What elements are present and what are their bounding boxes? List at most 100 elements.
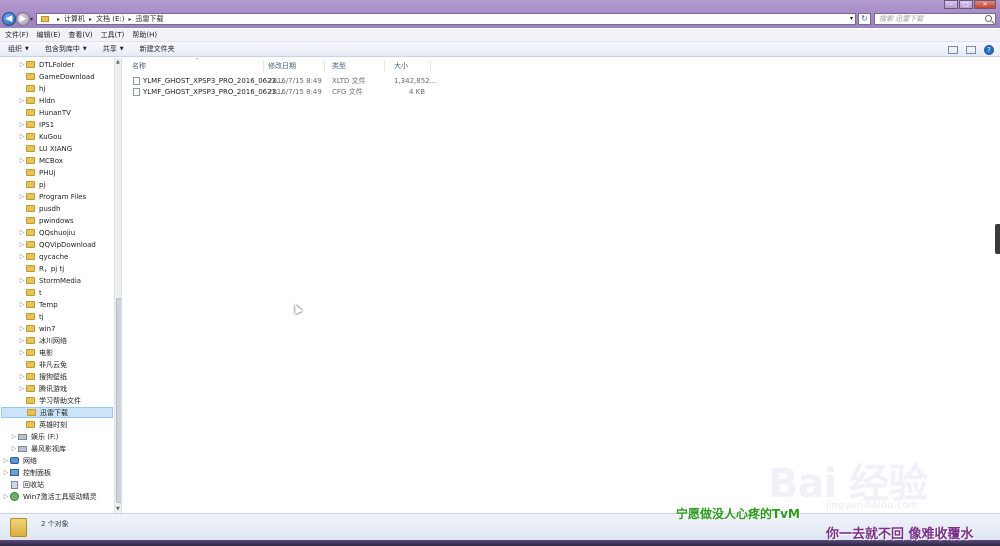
nav-item[interactable]: GameDownload — [18, 71, 95, 82]
chevron-right-icon[interactable]: ▸ — [57, 16, 60, 23]
minimize-button[interactable]: – — [944, 0, 958, 9]
nav-item[interactable]: 学习帮助文件 — [18, 395, 81, 406]
nav-item[interactable]: ▷ 暴风影视库 — [10, 443, 66, 454]
expand-arrow-icon[interactable]: ▷ — [10, 445, 18, 452]
nav-item[interactable]: ▷ 冰川网络 — [18, 335, 67, 346]
expand-arrow-icon[interactable]: ▷ — [18, 97, 26, 104]
search-icon[interactable] — [985, 15, 992, 22]
nav-item[interactable]: ▷ QQVipDownload — [18, 239, 96, 250]
expand-arrow-icon[interactable]: ▷ — [18, 325, 26, 332]
close-button[interactable]: ✕ — [974, 0, 996, 9]
nav-item[interactable]: ▷ 娱乐 (F:) — [10, 431, 59, 442]
expand-arrow-icon[interactable]: ▷ — [18, 301, 26, 308]
forward-button[interactable]: ▶ — [16, 12, 30, 26]
column-size-label: 大小 — [394, 62, 408, 70]
refresh-button[interactable]: ↻ — [858, 13, 871, 25]
nav-item[interactable]: 迅雷下载 — [1, 407, 113, 418]
expand-arrow-icon[interactable]: ▷ — [10, 433, 18, 440]
expand-arrow-icon[interactable]: ▷ — [18, 193, 26, 200]
scrollbar-thumb[interactable] — [116, 298, 121, 503]
expand-arrow-icon[interactable]: ▷ — [18, 337, 26, 344]
nav-item[interactable]: ▷ qycache — [18, 251, 69, 262]
nav-item[interactable]: hj — [18, 83, 45, 94]
nav-item[interactable]: ▷ 控制面板 — [2, 467, 51, 478]
nav-item[interactable]: 非凡云免 — [18, 359, 67, 370]
breadcrumb-computer[interactable]: 计算机 — [64, 14, 85, 24]
expand-arrow-icon[interactable]: ▷ — [18, 373, 26, 380]
column-date[interactable]: 修改日期 — [259, 60, 325, 72]
column-size[interactable]: 大小 — [385, 60, 431, 72]
nav-item[interactable]: tj — [18, 311, 44, 322]
expand-arrow-icon[interactable]: ▷ — [18, 277, 26, 284]
nav-item[interactable]: pwindows — [18, 215, 74, 226]
nav-item[interactable]: ▷ KuGou — [18, 131, 62, 142]
nav-item[interactable]: ▷ 搜狗壁纸 — [18, 371, 67, 382]
nav-item[interactable]: ▷ win7 — [18, 323, 56, 334]
expand-arrow-icon[interactable]: ▷ — [18, 229, 26, 236]
scroll-up-icon[interactable]: ▲ — [116, 59, 120, 65]
menu-help[interactable]: 帮助(H) — [132, 30, 157, 40]
include-library-button[interactable]: 包含到库中 ▼ — [45, 44, 87, 54]
expand-arrow-icon[interactable]: ▷ — [18, 133, 26, 140]
scroll-down-icon[interactable]: ▼ — [116, 506, 120, 512]
share-button[interactable]: 共享 ▼ — [103, 44, 124, 54]
nav-item[interactable]: ▷ Win7激活工具驱动精灵 — [2, 491, 97, 502]
nav-item[interactable]: ▷ StormMedia — [18, 275, 81, 286]
nav-item[interactable]: ▷ Temp — [18, 299, 58, 310]
nav-item[interactable]: ▷ MCBox — [18, 155, 63, 166]
chevron-right-icon[interactable]: ▸ — [89, 16, 92, 23]
nav-item[interactable]: pj — [18, 179, 45, 190]
edge-handle[interactable] — [995, 224, 1000, 254]
help-icon[interactable]: ? — [984, 45, 994, 55]
chevron-right-icon[interactable]: ▸ — [129, 16, 132, 23]
new-folder-button[interactable]: 新建文件夹 — [140, 44, 175, 54]
expand-arrow-icon[interactable]: ▷ — [18, 385, 26, 392]
breadcrumb-folder[interactable]: 迅雷下载 — [136, 14, 164, 24]
recent-pages-icon[interactable]: ▾ — [30, 16, 33, 23]
nav-item[interactable]: R，pj tj — [18, 263, 64, 274]
menu-tools[interactable]: 工具(T) — [101, 30, 125, 40]
nav-item[interactable]: pusdh — [18, 203, 60, 214]
expand-arrow-icon[interactable]: ▷ — [18, 157, 26, 164]
back-button[interactable]: ◀ — [2, 12, 16, 26]
expand-arrow-icon[interactable]: ▷ — [18, 241, 26, 248]
search-input[interactable]: 搜索 迅雷下载 — [874, 13, 996, 25]
view-options-icon[interactable] — [948, 46, 958, 54]
maximize-button[interactable]: □ — [959, 0, 973, 9]
address-bar[interactable]: ▸ 计算机 ▸ 文档 (E:) ▸ 迅雷下载 ▾ — [36, 13, 856, 25]
expand-arrow-icon[interactable]: ▷ — [2, 457, 10, 464]
nav-item[interactable]: ▷ DTLFolder — [18, 59, 75, 70]
nav-item[interactable]: ▷ QQshuojiu — [18, 227, 75, 238]
nav-item[interactable]: t — [18, 287, 42, 298]
organize-button[interactable]: 组织 ▼ — [8, 44, 29, 54]
menu-file[interactable]: 文件(F) — [5, 30, 29, 40]
address-dropdown-icon[interactable]: ▾ — [850, 15, 853, 22]
nav-item[interactable]: ▷ 腾讯游戏 — [18, 383, 67, 394]
expand-arrow-icon[interactable]: ▷ — [18, 121, 26, 128]
column-type[interactable]: 类型 — [323, 60, 385, 72]
column-name[interactable]: 名称 ^ — [123, 58, 264, 72]
nav-item[interactable]: LU XIANG — [18, 143, 72, 154]
breadcrumb-drive[interactable]: 文档 (E:) — [96, 14, 124, 24]
expand-arrow-icon[interactable]: ▷ — [18, 253, 26, 260]
nav-item[interactable]: 英雄时刻 — [18, 419, 67, 430]
nav-item[interactable]: PHUj — [18, 167, 56, 178]
nav-item[interactable]: ▷ IPS1 — [18, 119, 55, 130]
nav-item[interactable]: ▷ Hldn — [18, 95, 55, 106]
nav-item[interactable]: HunanTV — [18, 107, 71, 118]
menu-edit[interactable]: 编辑(E) — [37, 30, 61, 40]
file-row[interactable]: YLMF_GHOST_XPSP3_PRO_2016_0623.... 2016/… — [133, 86, 433, 97]
preview-pane-icon[interactable] — [966, 46, 976, 54]
expand-arrow-icon[interactable]: ▷ — [18, 61, 26, 68]
nav-item[interactable]: ▷ Program Files — [18, 191, 86, 202]
nav-scrollbar[interactable]: ▲ ▼ — [114, 58, 121, 513]
expand-arrow-icon[interactable]: ▷ — [18, 349, 26, 356]
expand-arrow-icon[interactable]: ▷ — [2, 469, 10, 476]
nav-item[interactable]: 回收站 — [2, 479, 44, 490]
file-row[interactable]: YLMF_GHOST_XPSP3_PRO_2016_0623.... 2016/… — [133, 75, 436, 86]
app-icon — [10, 492, 19, 501]
menu-view[interactable]: 查看(V) — [68, 30, 92, 40]
nav-item[interactable]: ▷ 网络 — [2, 455, 37, 466]
expand-arrow-icon[interactable]: ▷ — [2, 493, 10, 500]
nav-item[interactable]: ▷ 电影 — [18, 347, 53, 358]
